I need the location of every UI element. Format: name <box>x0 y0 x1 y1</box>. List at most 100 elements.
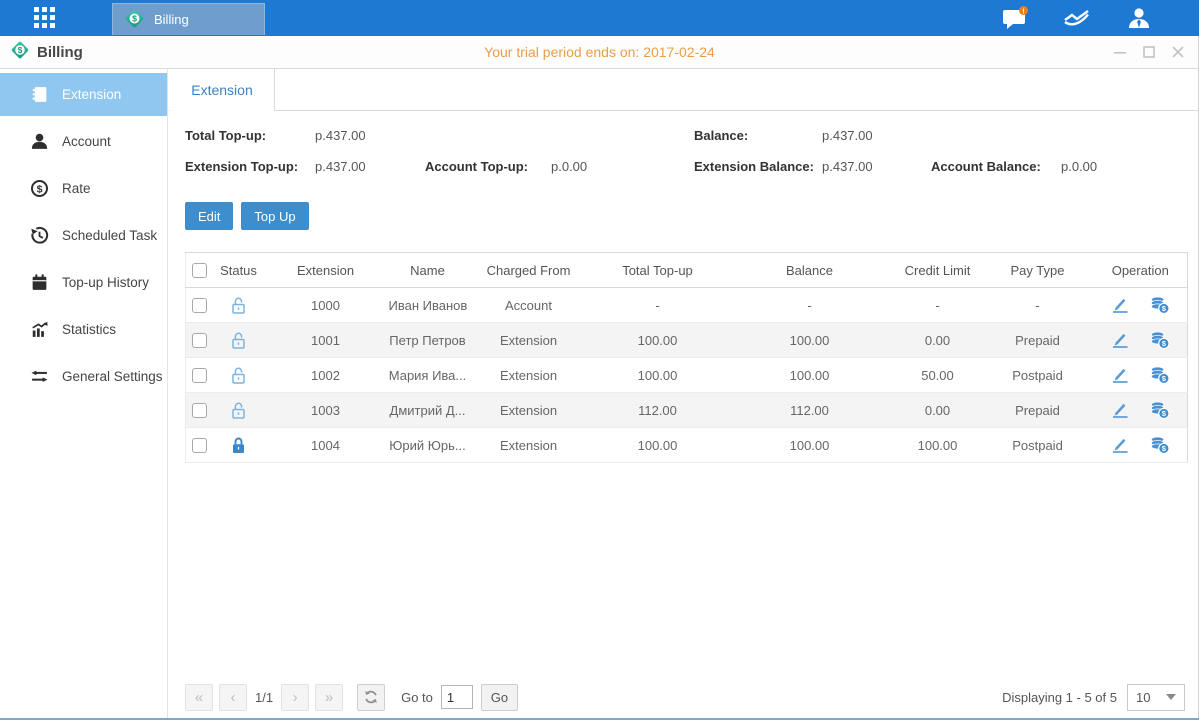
table-row: 1000Иван ИвановAccount----$ <box>186 288 1188 323</box>
column-header-total-top-up[interactable]: Total Top-up <box>590 253 726 288</box>
row-checkbox[interactable] <box>192 298 207 313</box>
extension-balance-label: Extension Balance: <box>694 159 814 174</box>
sidebar-item-account[interactable]: Account <box>0 120 167 163</box>
account-balance-value: p.0.00 <box>1061 159 1097 174</box>
column-header-operation[interactable]: Operation <box>1094 253 1188 288</box>
cell-total-topup: - <box>590 288 726 323</box>
account-topup-value: p.0.00 <box>551 159 587 174</box>
close-icon[interactable] <box>1171 45 1185 59</box>
table-header-row: StatusExtensionNameCharged FromTotal Top… <box>186 253 1188 288</box>
sidebar-item-label: Top-up History <box>62 275 149 290</box>
cell-name: Петр Петров <box>388 323 468 358</box>
row-checkbox[interactable] <box>192 403 207 418</box>
account-icon <box>30 132 49 151</box>
billing-app-tab[interactable]: $ Billing <box>112 3 265 35</box>
scheduled-icon <box>30 226 49 245</box>
cell-pay-type: Prepaid <box>982 393 1094 428</box>
extension-topup-value: p.437.00 <box>315 159 366 174</box>
edit-row-icon[interactable] <box>1110 435 1131 455</box>
main-content: Extension Total Top-up: p.437.00 Balance… <box>169 69 1199 720</box>
sidebar-item-scheduled-task[interactable]: Scheduled Task <box>0 214 167 257</box>
top-up-row-icon[interactable]: $ <box>1149 400 1170 420</box>
select-all-checkbox[interactable] <box>192 263 207 278</box>
column-header-charged-from[interactable]: Charged From <box>468 253 590 288</box>
sidebar-item-label: Rate <box>62 181 91 196</box>
page-size-select[interactable]: 10 <box>1127 684 1185 711</box>
edit-button[interactable]: Edit <box>185 202 233 230</box>
edit-row-icon[interactable] <box>1110 295 1131 315</box>
notifications-icon[interactable]: ! <box>1001 5 1029 31</box>
lock-icon <box>230 436 247 451</box>
sidebar-item-rate[interactable]: $ Rate <box>0 167 167 210</box>
cell-credit-limit: 0.00 <box>894 323 982 358</box>
tab-strip: Extension <box>169 69 1199 111</box>
top-up-row-icon[interactable]: $ <box>1149 295 1170 315</box>
cell-extension: 1000 <box>264 288 388 323</box>
goto-label: Go to <box>401 690 433 705</box>
column-header-pay-type[interactable]: Pay Type <box>982 253 1094 288</box>
edit-row-icon[interactable] <box>1110 400 1131 420</box>
displaying-info: Displaying 1 - 5 of 5 <box>1002 690 1117 705</box>
edit-row-icon[interactable] <box>1110 330 1131 350</box>
extension-table-body: 1000Иван ИвановAccount----$1001Петр Петр… <box>186 288 1188 463</box>
statistics-chart-icon[interactable] <box>1063 5 1091 31</box>
first-page-icon[interactable]: « <box>185 684 213 711</box>
cell-pay-type: Postpaid <box>982 358 1094 393</box>
statistics-icon <box>30 320 49 339</box>
last-page-icon[interactable]: » <box>315 684 343 711</box>
minimize-icon[interactable] <box>1113 45 1127 59</box>
svg-text:$: $ <box>1162 304 1167 313</box>
sidebar-item-statistics[interactable]: Statistics <box>0 308 167 351</box>
cell-name: Иван Иванов <box>388 288 468 323</box>
trial-notice: Your trial period ends on: 2017-02-24 <box>0 36 1199 68</box>
refresh-icon[interactable] <box>357 684 385 711</box>
table-row: 1001Петр ПетровExtension100.00100.000.00… <box>186 323 1188 358</box>
sidebar-menu: ExtensionAccount $ Rate Scheduled Task Top-u… <box>0 69 168 720</box>
svg-text:$: $ <box>132 13 137 23</box>
prev-page-icon[interactable]: ‹ <box>219 684 247 711</box>
sidebar-item-top-up-history[interactable]: Top-up History <box>0 261 167 304</box>
cell-extension: 1003 <box>264 393 388 428</box>
edit-row-icon[interactable] <box>1110 365 1131 385</box>
settings-icon <box>30 367 49 386</box>
top-up-row-icon[interactable]: $ <box>1149 330 1170 350</box>
next-page-icon[interactable]: › <box>281 684 309 711</box>
app-launcher-grid-icon[interactable] <box>34 7 56 29</box>
column-header-balance[interactable]: Balance <box>726 253 894 288</box>
cell-credit-limit: 0.00 <box>894 393 982 428</box>
window-titlebar: $ Billing Your trial period ends on: 201… <box>0 36 1199 69</box>
svg-text:$: $ <box>1162 374 1167 383</box>
goto-page-input[interactable] <box>441 685 473 709</box>
maximize-icon[interactable] <box>1142 45 1156 59</box>
sidebar-item-label: General Settings <box>62 369 163 384</box>
sidebar-item-general-settings[interactable]: General Settings <box>0 355 167 398</box>
cell-pay-type: Postpaid <box>982 428 1094 463</box>
top-up-row-icon[interactable]: $ <box>1149 435 1170 455</box>
rate-icon: $ <box>30 179 49 198</box>
extension-balance-value: p.437.00 <box>822 159 873 174</box>
user-account-icon[interactable] <box>1125 5 1153 31</box>
chevron-down-icon <box>1166 694 1176 700</box>
cell-total-topup: 100.00 <box>590 323 726 358</box>
top-up-row-icon[interactable]: $ <box>1149 365 1170 385</box>
topup-history-icon <box>30 273 49 292</box>
cell-pay-type: - <box>982 288 1094 323</box>
row-checkbox[interactable] <box>192 333 207 348</box>
column-header-credit-limit[interactable]: Credit Limit <box>894 253 982 288</box>
tab-extension[interactable]: Extension <box>170 69 275 111</box>
cell-total-topup: 100.00 <box>590 358 726 393</box>
cell-charged-from: Account <box>468 288 590 323</box>
go-button[interactable]: Go <box>481 684 518 711</box>
sidebar-item-extension[interactable]: Extension <box>0 73 167 116</box>
cell-total-topup: 100.00 <box>590 428 726 463</box>
cell-name: Юрий Юрь... <box>388 428 468 463</box>
row-checkbox[interactable] <box>192 438 207 453</box>
column-header-extension[interactable]: Extension <box>264 253 388 288</box>
column-header-name[interactable]: Name <box>388 253 468 288</box>
top-up-button[interactable]: Top Up <box>241 202 308 230</box>
row-checkbox[interactable] <box>192 368 207 383</box>
column-header-status[interactable]: Status <box>214 253 264 288</box>
svg-text:$: $ <box>1162 409 1167 418</box>
balance-summary: Total Top-up: p.437.00 Balance: p.437.00… <box>185 128 1199 188</box>
billing-diamond-icon: $ <box>124 8 145 32</box>
